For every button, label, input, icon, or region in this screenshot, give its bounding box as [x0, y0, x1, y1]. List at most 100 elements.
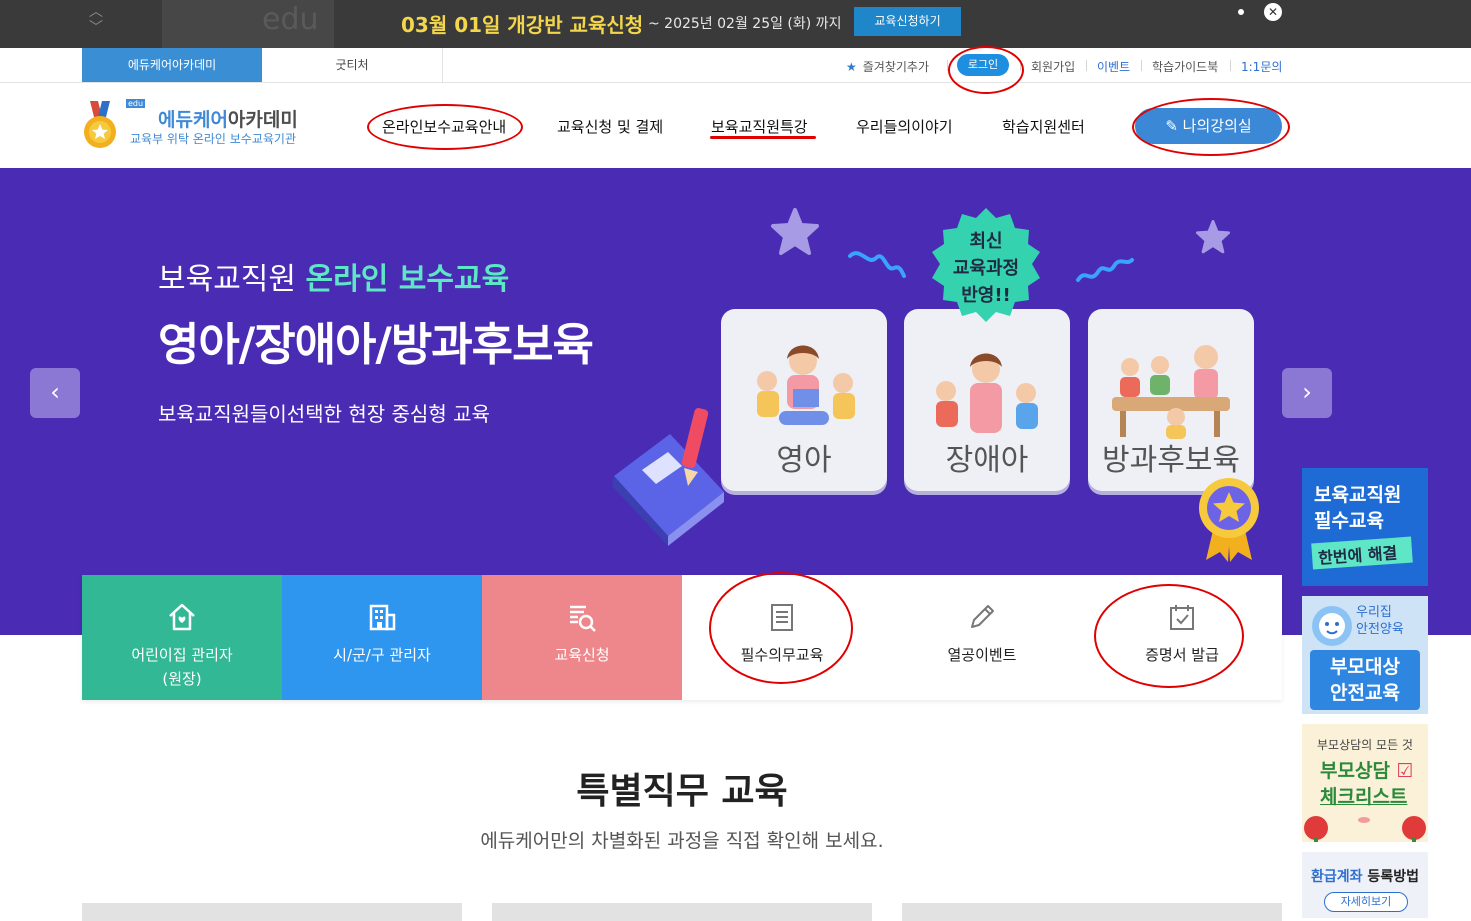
hero-headline-plain: 보육교직원 — [158, 262, 306, 297]
course-card-disabled[interactable]: 장애아 — [904, 309, 1070, 491]
logo-subtitle: 교육부 위탁 온라인 보수교육기관 — [130, 132, 297, 146]
annotation-circle-my-classroom — [1132, 98, 1290, 156]
annotation-underline-special-lecture — [710, 136, 816, 139]
squiggle-decoration-icon — [1076, 258, 1134, 282]
notice-deadline: ~ 2025년 02월 25일 (화) 까지 — [648, 16, 842, 32]
teacher-children-illustration-icon — [936, 353, 1038, 433]
pencil-icon — [971, 605, 994, 628]
logo-blue-text: 에듀케어 — [158, 109, 228, 131]
quick-daycare-admin[interactable]: 어린이집 관리자 (원장) — [82, 575, 282, 700]
side-banner-mandatory-education[interactable]: 보육교직원 필수교육 한번에 해결 — [1302, 468, 1428, 586]
badge-line: 교육과정 — [952, 258, 1020, 279]
star-decoration-icon — [1196, 220, 1231, 254]
annotation-circle-nav-guide — [367, 104, 523, 150]
star-decoration-icon — [771, 208, 819, 255]
side-banner-line: 환급계좌 — [1311, 869, 1363, 885]
nav-learning-support[interactable]: 학습지원센터 — [1002, 116, 1085, 137]
course-card-infant[interactable]: 영아 — [721, 309, 887, 491]
new-curriculum-badge: 최신 교육과정 반영!! — [926, 206, 1046, 326]
badge-line: 반영!! — [961, 285, 1011, 306]
notice-dot-icon[interactable] — [1238, 9, 1244, 15]
side-banner-line: 등록방법 — [1362, 869, 1419, 885]
quick-label: 열공이벤트 — [947, 646, 1017, 664]
notice-ghost-text: edu — [262, 2, 319, 37]
search-list-icon — [570, 605, 596, 632]
star-icon: ★ — [846, 60, 857, 74]
badge-line: 최신 — [969, 231, 1003, 252]
badge-text: 최신 교육과정 반영!! — [926, 228, 1046, 309]
home-icon — [169, 603, 195, 631]
notice-scroll-arrows[interactable]: ︿ ﹀ — [88, 4, 104, 44]
side-banner-line: 부모대상 — [1330, 656, 1400, 678]
nav-application-payment[interactable]: 교육신청 및 결제 — [557, 116, 663, 137]
site-tab-goodteacher[interactable]: 굿티처 — [262, 48, 443, 82]
course-thumbnail[interactable] — [902, 903, 1282, 921]
guidebook-link[interactable]: 학습가이드북 — [1152, 58, 1218, 75]
hero-headline-2: 영아/장애아/방과후보육 — [158, 318, 594, 371]
hero-next-button[interactable]: › — [1282, 368, 1332, 418]
course-card-afterschool[interactable]: 방과후보육 — [1088, 309, 1254, 491]
book-pencil-illustration-icon — [612, 408, 724, 546]
side-banner-parent-counseling[interactable]: 부모상담의 모든 것 부모상담 ☑ 체크리스트 — [1302, 724, 1428, 842]
building-icon — [369, 604, 396, 631]
logo-small-text: edu — [126, 99, 146, 108]
side-banner-line: 부모상담의 모든 것 — [1317, 738, 1413, 752]
course-card-label: 방과후보육 — [1102, 443, 1240, 478]
quick-study-event[interactable]: 열공이벤트 — [882, 575, 1082, 700]
course-card-label: 장애아 — [945, 443, 1029, 478]
side-banner-line: 안전교육 — [1330, 682, 1400, 704]
site-tab-educare[interactable]: 에듀케어아카데미 — [82, 48, 262, 82]
details-button[interactable]: 자세히보기 — [1324, 892, 1408, 912]
hero-prev-button[interactable]: ‹ — [30, 368, 80, 418]
course-thumbnail[interactable] — [492, 903, 872, 921]
hero-tagline: 보육교직원들이선택한 현장 중심형 교육 — [158, 402, 490, 426]
side-banner-refund-account[interactable]: 환급계좌 등록방법 자세히보기 — [1302, 852, 1428, 918]
carnation-flowers-icon — [1304, 816, 1426, 842]
hero-headline-1: 보육교직원 온라인 보수교육 — [158, 254, 509, 298]
favorite-label: 즐겨찾기추가 — [862, 60, 930, 74]
event-link[interactable]: 이벤트 — [1097, 58, 1130, 75]
quick-label: 어린이집 관리자 (원장) — [131, 646, 233, 688]
quick-label: 시/군/구 관리자 — [333, 646, 431, 664]
section-subtitle: 에듀케어만의 차별화된 과정을 직접 확인해 보세요. — [480, 830, 884, 852]
hero-headline-accent: 온라인 보수교육 — [305, 262, 510, 297]
quick-apply[interactable]: 교육신청 — [482, 575, 682, 700]
side-banner-line: 체크리스트 — [1320, 786, 1408, 808]
award-ribbon-icon — [1199, 478, 1259, 562]
notice-apply-button[interactable]: 교육신청하기 — [854, 7, 961, 36]
baby-face-icon — [1312, 606, 1352, 646]
divider — [1230, 60, 1231, 71]
quick-city-admin[interactable]: 시/군/구 관리자 — [282, 575, 482, 700]
top-notice-bar: ︿ ﹀ edu 03월 01일 개강반 교육신청 ~ 2025년 02월 25일 … — [0, 0, 1471, 48]
medal-logo-icon[interactable] — [82, 101, 118, 151]
hero-banner: 보육교직원 온라인 보수교육 영아/장애아/방과후보육 보육교직원들이선택한 현… — [0, 168, 1471, 635]
side-banner-line: 보육교직원 — [1314, 484, 1402, 506]
annotation-circle-login — [948, 46, 1024, 94]
teacher-children-illustration-icon — [757, 345, 855, 425]
nav-special-lecture[interactable]: 보육교직원특강 — [711, 116, 808, 137]
favorite-link[interactable]: ★ 즐겨찾기추가 — [846, 58, 929, 75]
course-card-label: 영아 — [776, 443, 832, 478]
notice-headline: 03월 01일 개강반 교육신청 — [401, 13, 644, 37]
side-banner-line: 부모상담 — [1320, 760, 1390, 782]
checkbox-icon: ☑ — [1396, 760, 1414, 782]
annotation-circle-mandatory-education — [709, 572, 853, 684]
annotation-circle-certificate — [1094, 584, 1244, 688]
course-thumbnail[interactable] — [82, 903, 462, 921]
section-title: 특별직무 교육 — [576, 771, 788, 812]
divider — [1086, 60, 1087, 71]
signup-link[interactable]: 회원가입 — [1031, 58, 1075, 75]
nav-our-stories[interactable]: 우리들의이야기 — [856, 116, 953, 137]
side-banner-line: 필수교육 — [1314, 510, 1384, 532]
close-icon[interactable]: ✕ — [1264, 3, 1282, 21]
classroom-illustration-icon — [1112, 345, 1230, 439]
squiggle-decoration-icon — [848, 251, 906, 278]
inquiry-link[interactable]: 1:1문의 — [1241, 58, 1282, 75]
logo-dark-text: 아카데미 — [227, 109, 298, 131]
logo-wordmark[interactable]: edu 에듀케어아카데미 — [124, 99, 298, 132]
utility-bar: 에듀케어아카데미 굿티처 ★ 즐겨찾기추가 로그인 회원가입 이벤트 학습가이드북… — [0, 48, 1471, 83]
quick-label: 교육신청 — [554, 646, 610, 664]
divider — [1141, 60, 1142, 71]
side-banner-line: 안전양육 — [1356, 622, 1404, 637]
side-banner-parent-safety[interactable]: 우리집 안전양육 부모대상 안전교육 — [1302, 596, 1428, 714]
